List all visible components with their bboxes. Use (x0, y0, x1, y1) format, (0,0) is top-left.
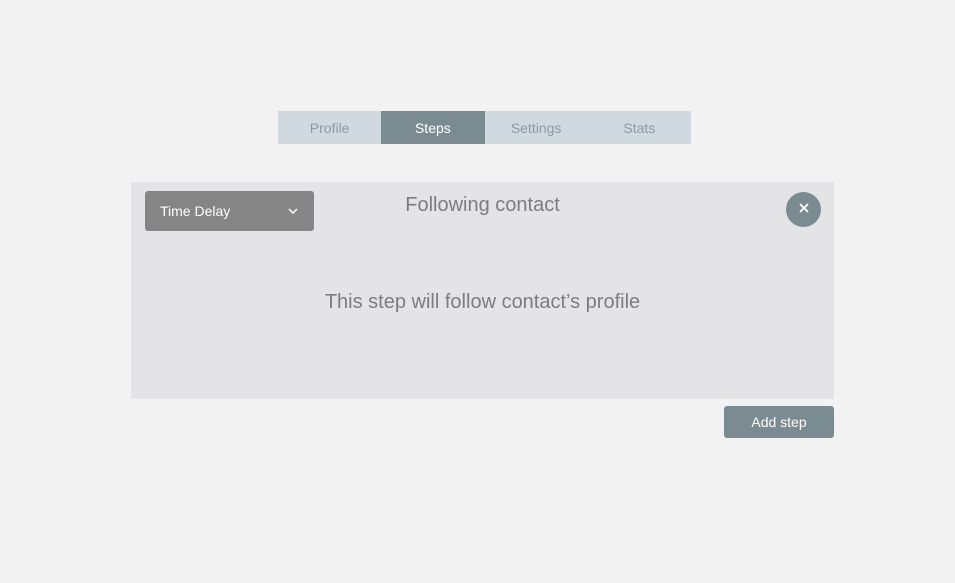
step-message: This step will follow contact’s profile (324, 291, 641, 313)
step-type-select[interactable]: Time Delay (145, 191, 314, 231)
tab-steps[interactable]: Steps (381, 111, 485, 144)
remove-step-button[interactable] (786, 192, 821, 227)
tab-settings[interactable]: Settings (485, 111, 588, 144)
step-type-value: Time Delay (160, 203, 231, 219)
tab-profile[interactable]: Profile (278, 111, 381, 144)
step-card: Time Delay Following contact This step w… (131, 182, 834, 399)
add-step-button[interactable]: Add step (724, 406, 834, 438)
close-icon (798, 201, 810, 219)
tab-bar: Profile Steps Settings Stats (278, 111, 691, 144)
tab-stats[interactable]: Stats (588, 111, 691, 144)
chevron-down-icon (288, 206, 298, 216)
